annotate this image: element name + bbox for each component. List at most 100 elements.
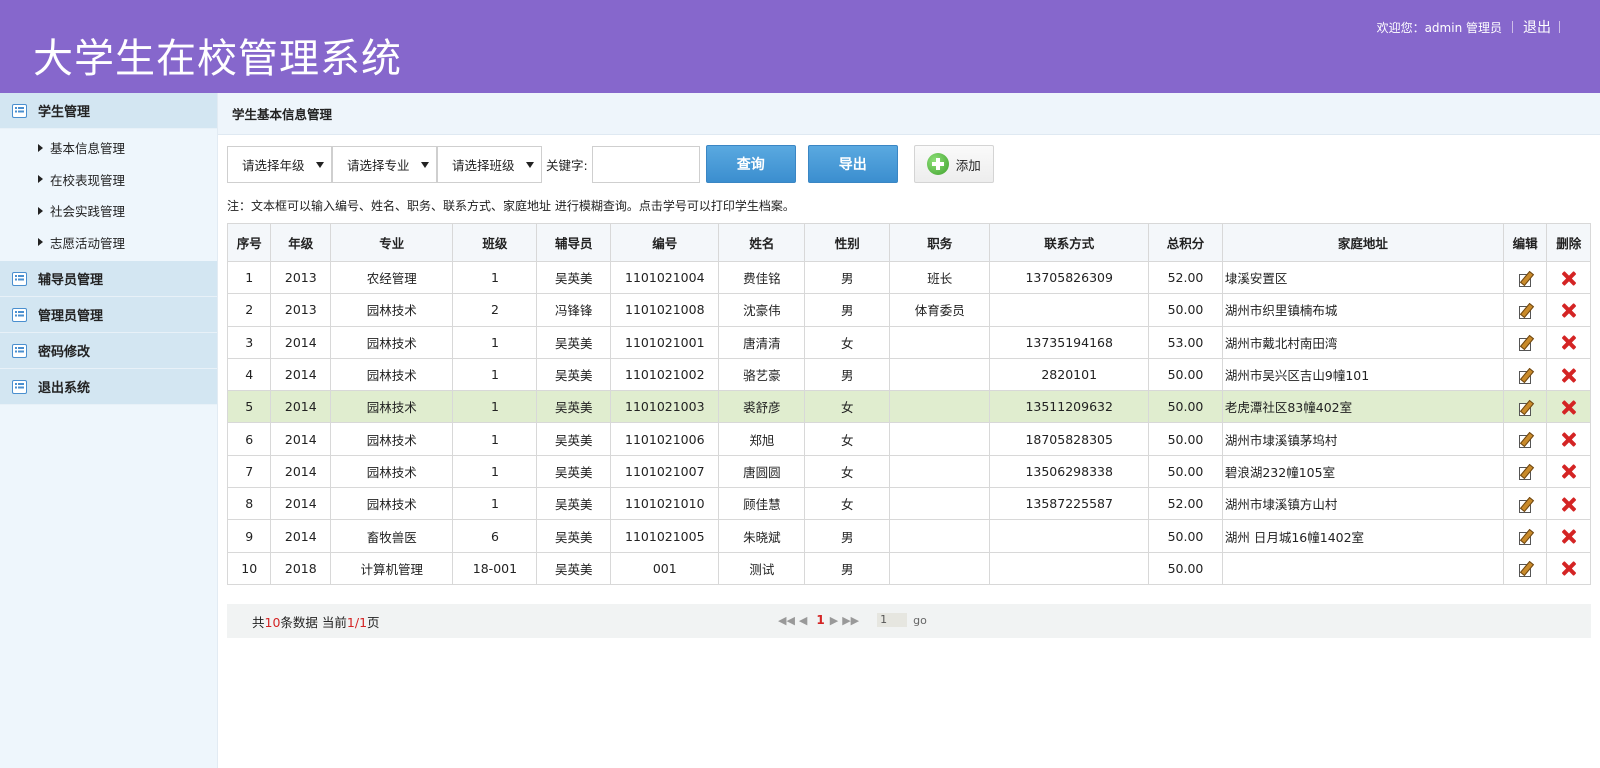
next-page-icon[interactable]: ▶ — [830, 614, 838, 627]
table-cell[interactable]: 1101021008 — [610, 293, 720, 327]
table-cell[interactable]: 1101021001 — [610, 325, 720, 359]
submenu-basic-info[interactable]: 基本信息管理 — [0, 132, 217, 164]
table-cell: 5 — [226, 390, 272, 424]
table-cell — [889, 325, 991, 359]
menu-label: 学生管理 — [38, 105, 91, 120]
menu-password-change[interactable]: 密码修改 — [0, 333, 217, 369]
table-cell: 顾佳慧 — [718, 487, 806, 521]
table-cell — [889, 551, 991, 585]
table-cell[interactable]: 1101021002 — [610, 357, 720, 392]
table-cell[interactable]: 1101021006 — [610, 422, 720, 456]
first-page-icon[interactable]: ◀◀ — [778, 614, 795, 627]
menu-admin-management[interactable]: 管理员管理 — [0, 297, 217, 333]
edit-icon[interactable] — [1518, 368, 1533, 384]
delete-cell — [1546, 325, 1591, 359]
list-icon — [12, 379, 27, 394]
table-cell: 吴英美 — [536, 325, 612, 359]
pager-text: 共 — [252, 614, 265, 630]
dropdown-arrow-icon — [421, 161, 429, 168]
table-cell: 男 — [804, 260, 891, 295]
table-cell[interactable]: 001 — [610, 551, 720, 585]
table-cell: 郑旭 — [718, 422, 806, 456]
edit-icon[interactable] — [1518, 335, 1533, 352]
table-cell: 2820101 — [989, 357, 1150, 392]
delete-icon[interactable] — [1561, 497, 1576, 512]
table-cell: 园林技术 — [330, 487, 454, 521]
delete-icon[interactable] — [1561, 529, 1576, 544]
last-page-icon[interactable]: ▶▶ — [842, 614, 859, 627]
edit-icon[interactable] — [1518, 400, 1533, 416]
table-cell: 1 — [452, 390, 538, 424]
table-cell: 13705826309 — [989, 260, 1150, 295]
menu-label: 辅导员管理 — [38, 273, 104, 288]
table-cell[interactable]: 1101021003 — [610, 390, 720, 424]
go-button[interactable]: go — [913, 614, 927, 627]
delete-icon[interactable] — [1561, 303, 1576, 318]
delete-icon[interactable] — [1561, 335, 1576, 350]
submenu-performance[interactable]: 在校表现管理 — [0, 164, 217, 196]
table-cell: 园林技术 — [330, 454, 454, 489]
column-header: 年级 — [270, 223, 332, 262]
triangle-right-icon — [38, 143, 43, 152]
logout-link[interactable]: 退出 — [1523, 17, 1551, 37]
table-row: 9 2014 畜牧兽医 6 吴英美 1101021005 朱晓斌男 50.00 湖州 日月城16… — [226, 519, 1591, 553]
delete-icon[interactable] — [1561, 464, 1576, 479]
table-row: 8 2014 园林技术 1 吴英美 1101021010 顾佳慧女 13587225587 52… — [226, 487, 1591, 521]
table-cell: 10 — [226, 551, 272, 585]
pager-nav: ◀◀ ◀ 1 ▶ ▶▶ 1 go — [778, 613, 931, 627]
goto-page-input[interactable]: 1 — [877, 613, 908, 627]
table-cell: 2013 — [270, 260, 332, 295]
prev-page-icon[interactable]: ◀ — [799, 614, 807, 627]
keyword-input[interactable] — [591, 145, 700, 183]
page-number[interactable]: 1 — [816, 613, 824, 627]
table-cell: 裘舒彦 — [718, 390, 806, 424]
delete-icon[interactable] — [1561, 561, 1576, 576]
table-cell: 吴英美 — [536, 422, 612, 456]
menu-exit-system[interactable]: 退出系统 — [0, 369, 217, 405]
table-cell — [989, 551, 1150, 585]
table-cell: 测试 — [718, 551, 806, 585]
menu-student-management[interactable]: 学生管理 — [0, 93, 217, 129]
query-button[interactable]: 查询 — [705, 145, 796, 183]
table-cell: 50.00 — [1148, 422, 1223, 456]
edit-icon[interactable] — [1518, 497, 1533, 513]
edit-icon[interactable] — [1518, 303, 1533, 319]
edit-icon[interactable] — [1518, 561, 1533, 578]
class-select[interactable]: 请选择班级 — [437, 145, 542, 183]
menu-counselor-management[interactable]: 辅导员管理 — [0, 261, 217, 297]
export-button[interactable]: 导出 — [807, 145, 898, 183]
column-header: 删除 — [1546, 223, 1591, 262]
edit-icon[interactable] — [1518, 432, 1533, 449]
edit-icon[interactable] — [1518, 464, 1533, 481]
column-header: 总积分 — [1148, 223, 1223, 262]
delete-icon[interactable] — [1561, 368, 1576, 383]
delete-icon[interactable] — [1561, 271, 1576, 286]
major-select[interactable]: 请选择专业 — [332, 145, 437, 183]
delete-icon[interactable] — [1561, 400, 1576, 415]
delete-icon[interactable] — [1561, 432, 1576, 447]
table-cell[interactable]: 1101021007 — [610, 454, 720, 489]
submenu-volunteer[interactable]: 志愿活动管理 — [0, 227, 217, 259]
table-cell: 2013 — [270, 293, 332, 327]
table-cell[interactable]: 1101021004 — [610, 260, 720, 295]
edit-cell — [1502, 325, 1548, 359]
add-button[interactable]: 添加 — [913, 145, 994, 183]
edit-cell — [1502, 487, 1548, 521]
table-cell: 52.00 — [1148, 260, 1223, 295]
keyword-label: 关键字: — [546, 157, 588, 173]
column-header: 姓名 — [718, 223, 806, 262]
table-cell: 女 — [804, 390, 891, 424]
table-cell: 园林技术 — [330, 293, 454, 327]
table-cell: 50.00 — [1148, 293, 1223, 327]
grade-select[interactable]: 请选择年级 — [227, 145, 332, 183]
edit-icon[interactable] — [1518, 271, 1533, 287]
menu-label: 管理员管理 — [38, 309, 104, 324]
submenu-social-practice[interactable]: 社会实践管理 — [0, 195, 217, 227]
table-cell[interactable]: 1101021010 — [610, 487, 720, 521]
table-cell[interactable]: 1101021005 — [610, 519, 720, 553]
sidebar: 学生管理 基本信息管理 在校表现管理 社会实践管理 志愿活动管理 辅导员管理 管… — [0, 93, 218, 768]
table-row: 2 2013 园林技术 2 冯锋锋 1101021008 沈豪伟男体育委员 50.00 湖州市织… — [226, 293, 1591, 327]
table-cell: 冯锋锋 — [536, 293, 612, 327]
table-cell: 18705828305 — [989, 422, 1150, 456]
edit-icon[interactable] — [1518, 529, 1533, 546]
